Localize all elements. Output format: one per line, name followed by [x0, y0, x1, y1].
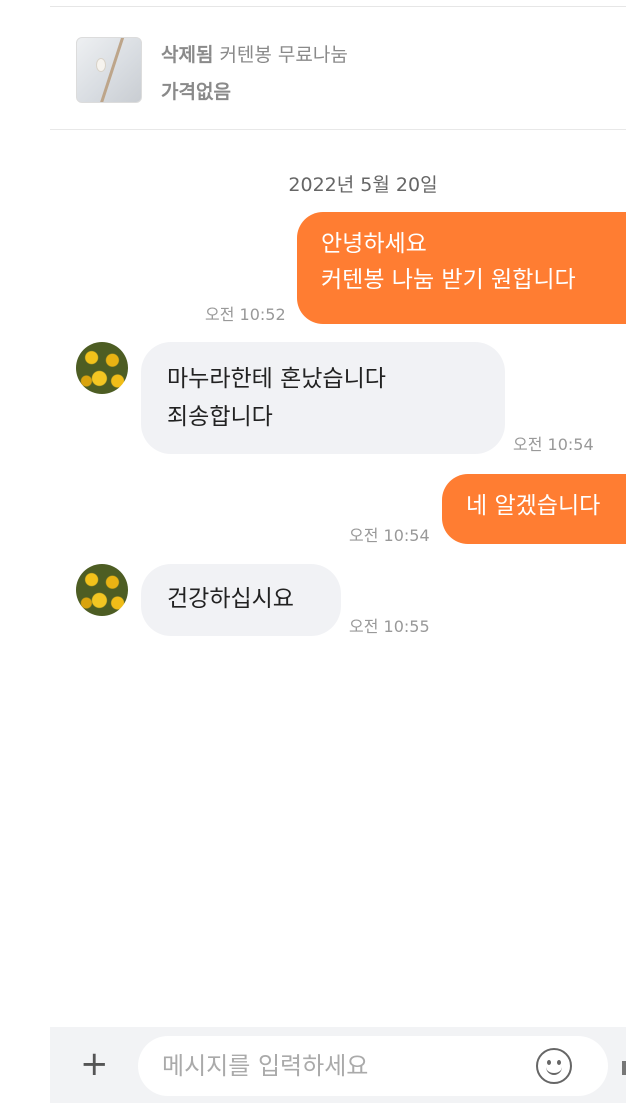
message-time: 오전 10:54	[349, 526, 430, 545]
product-price: 가격없음	[161, 81, 231, 103]
message-line: 커텐봉 나눔 받기 원합니다	[321, 267, 576, 293]
outgoing-bubble[interactable]: 안녕하세요 커텐봉 나눔 받기 원합니다	[297, 212, 626, 324]
avatar[interactable]	[76, 342, 128, 394]
product-thumbnail[interactable]	[76, 37, 142, 103]
plus-icon[interactable]: +	[80, 1045, 109, 1083]
avatar[interactable]	[76, 564, 128, 616]
incoming-bubble[interactable]: 건강하십시요	[141, 564, 341, 636]
message-time: 오전 10:55	[349, 617, 430, 636]
product-bar[interactable]: 삭제됨 커텐봉 무료나눔 가격없음	[50, 7, 626, 130]
message-time: 오전 10:52	[205, 305, 286, 324]
emoji-mouth	[546, 1064, 562, 1075]
product-line: 삭제됨 커텐봉 무료나눔	[161, 40, 348, 67]
send-button-edge[interactable]	[622, 1061, 626, 1075]
message-line: 네 알겠습니다	[466, 493, 601, 519]
incoming-bubble[interactable]: 마누라한테 혼났습니다 죄송합니다	[141, 342, 505, 454]
left-margin	[0, 0, 50, 1103]
message-time: 오전 10:54	[513, 435, 594, 454]
product-status: 삭제됨	[161, 44, 214, 66]
message-line: 안녕하세요	[321, 231, 427, 257]
outgoing-bubble[interactable]: 네 알겠습니다	[442, 474, 626, 544]
message-line: 마누라한테 혼났습니다	[167, 366, 386, 392]
product-title: 커텐봉 무료나눔	[219, 44, 348, 66]
message-input-bar: +	[50, 1027, 626, 1103]
curtain-rod-tip	[96, 58, 106, 72]
message-line: 죄송합니다	[167, 404, 273, 430]
message-line: 건강하십시요	[167, 586, 294, 612]
emoji-icon[interactable]	[536, 1048, 572, 1084]
date-separator: 2022년 5월 20일	[288, 174, 438, 196]
